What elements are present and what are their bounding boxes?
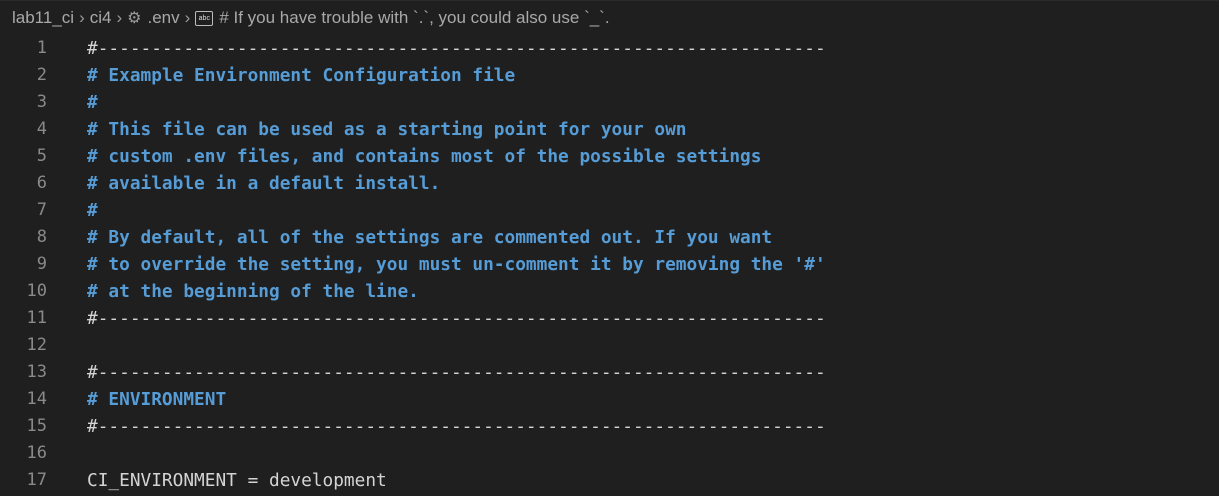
code-line[interactable]: 16 [0,440,1219,467]
line-text: # to override the setting, you must un-c… [87,254,826,275]
chevron-right-icon: › [79,8,85,27]
line-number: 10 [26,281,47,301]
string-symbol-icon: abc [195,10,214,26]
code-line[interactable]: 1 #--------------------------------------… [0,35,1219,62]
line-number: 14 [26,389,47,409]
line-number: 2 [36,65,47,85]
line-number: 5 [36,146,47,166]
line-text: #---------------------------------------… [87,38,826,59]
breadcrumb: lab11_ci › ci4 › ⚙ .env › abc # If you have trou… [0,0,1219,35]
line-number: 6 [36,173,47,193]
line-number: 1 [36,38,47,58]
line-text: # [87,200,98,221]
line-text: # [87,92,98,113]
line-number: 11 [26,308,47,328]
line-text: # ENVIRONMENT [87,389,227,410]
code-line[interactable]: 8 # By default, all of the settings are c… [0,224,1219,251]
line-number: 4 [36,119,47,139]
code-line[interactable]: 6 # available in a default install. [0,170,1219,197]
code-line[interactable]: 14 # ENVIRONMENT [0,386,1219,413]
code-line[interactable]: 13 #-------------------------------------… [0,359,1219,386]
code-line[interactable]: 17 CI_ENVIRONMENT = development [0,467,1219,494]
line-number: 17 [26,470,47,490]
code-line[interactable]: 10 # at the beginning of the line. [0,278,1219,305]
breadcrumb-item-subfolder[interactable]: ci4 [90,8,112,28]
chevron-right-icon: › [116,8,123,27]
code-line[interactable]: 2 # Example Environment Configuration fil… [0,62,1219,89]
line-number: 9 [36,254,47,274]
code-line[interactable]: 7 # [0,197,1219,224]
line-text: # This file can be used as a starting po… [87,119,687,140]
line-text: # custom .env files, and contains most o… [87,146,762,167]
code-line[interactable]: 3 # [0,89,1219,116]
code-line[interactable]: 9 # to override the setting, you must un-… [0,251,1219,278]
breadcrumb-item-folder[interactable]: lab11_ci [12,8,74,28]
code-editor[interactable]: 1 #--------------------------------------… [0,35,1219,494]
code-line[interactable]: 4 # This file can be used as a starting p… [0,116,1219,143]
line-number: 8 [36,227,47,247]
line-number: 3 [36,92,47,112]
gear-icon: ⚙ [127,10,142,27]
line-number: 7 [36,200,47,220]
line-text: # available in a default install. [87,173,441,194]
line-number: 13 [26,362,47,382]
code-line[interactable]: 11 #-------------------------------------… [0,305,1219,332]
chevron-right-icon: › [184,8,191,27]
breadcrumb-item-file[interactable]: .env [148,8,180,28]
line-text: #---------------------------------------… [87,416,826,437]
code-line[interactable]: 15 #-------------------------------------… [0,413,1219,440]
line-number: 16 [26,443,47,463]
breadcrumb-item-symbol[interactable]: # If you have trouble with `.`, you coul… [219,8,609,28]
line-text: CI_ENVIRONMENT = development [87,470,387,491]
line-text: # Example Environment Configuration file [87,65,516,86]
line-number: 12 [26,335,47,355]
line-text: # By default, all of the settings are co… [87,227,773,248]
line-text: #---------------------------------------… [87,308,826,329]
line-text: #---------------------------------------… [87,362,826,383]
code-line[interactable]: 12 [0,332,1219,359]
line-text: # at the beginning of the line. [87,281,419,302]
code-line[interactable]: 5 # custom .env files, and contains most … [0,143,1219,170]
line-number: 15 [26,416,47,436]
